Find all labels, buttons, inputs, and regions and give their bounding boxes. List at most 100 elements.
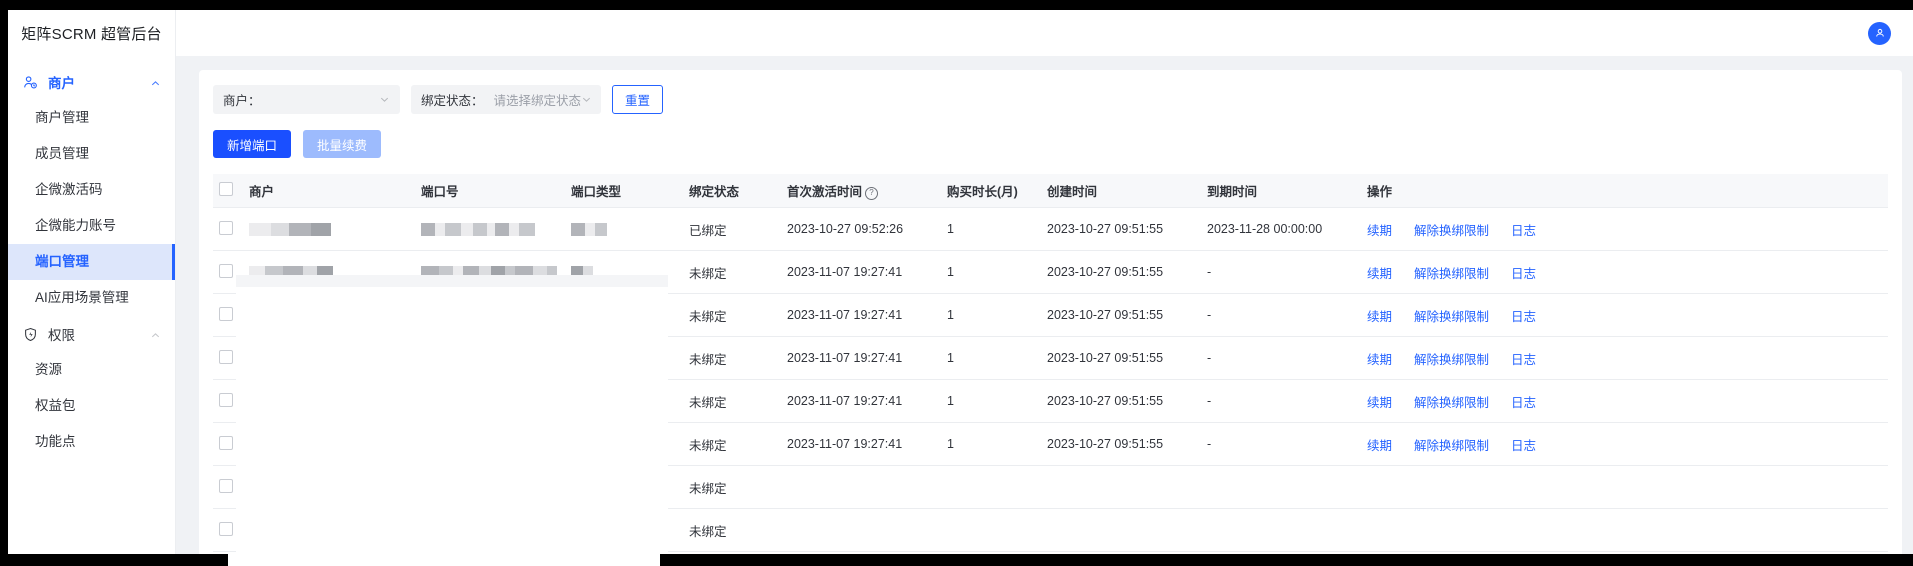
- merchant-cell: [243, 207, 415, 251]
- log-link[interactable]: 日志: [1511, 439, 1536, 453]
- unbind-limit-link[interactable]: 解除换绑限制: [1414, 224, 1489, 238]
- table-header-row: 商户 端口号 端口类型 绑定状态 首次激活时间? 购买时长(月) 创建时间 到期…: [213, 174, 1888, 208]
- bind-status-cell: 未绑定: [683, 422, 781, 466]
- dropdown-panel-top-strip: [236, 275, 668, 287]
- column-create-time: 创建时间: [1041, 174, 1201, 208]
- duration-cell: [941, 508, 1041, 552]
- sidebar-item-port-management[interactable]: 端口管理: [8, 244, 175, 280]
- operations-cell: [1361, 465, 1888, 509]
- expire-time-cell: -: [1201, 379, 1361, 423]
- row-checkbox[interactable]: [219, 478, 233, 493]
- batch-renew-button[interactable]: 批量续费: [303, 130, 382, 158]
- sidebar-group-merchant[interactable]: 商户: [8, 64, 175, 100]
- unbind-limit-link[interactable]: 解除换绑限制: [1414, 267, 1489, 281]
- duration-cell: 1: [941, 207, 1041, 251]
- sidebar-item-ai-scene-management[interactable]: AI应用场景管理: [8, 280, 175, 316]
- bind-status-select[interactable]: 绑定状态： 请选择绑定状态: [411, 85, 601, 114]
- sidebar-item-resource[interactable]: 资源: [8, 352, 175, 388]
- sidebar-item-benefit-package[interactable]: 权益包: [8, 388, 175, 424]
- column-expire-time: 到期时间: [1201, 174, 1361, 208]
- expire-time-cell: 2023-11-28 00:00:00: [1201, 207, 1361, 251]
- chevron-down-icon: [581, 94, 592, 105]
- duration-cell: 1: [941, 422, 1041, 466]
- bind-status-cell: 未绑定: [683, 336, 781, 380]
- select-all-checkbox[interactable]: [219, 182, 233, 196]
- screen-bottom-bar: [0, 554, 1913, 566]
- first-activate-time-cell: 2023-11-07 19:27:41: [781, 293, 941, 337]
- row-checkbox[interactable]: [219, 349, 233, 364]
- chevron-down-icon: [379, 94, 390, 105]
- row-checkbox[interactable]: [219, 306, 233, 321]
- sidebar-group-permission[interactable]: 权限: [8, 316, 175, 352]
- operations-cell: 续期 解除换绑限制 日志: [1361, 336, 1888, 380]
- first-activate-time-cell: [781, 508, 941, 552]
- unbind-limit-link[interactable]: 解除换绑限制: [1414, 353, 1489, 367]
- create-time-cell: 2023-10-27 09:51:55: [1041, 336, 1201, 380]
- dropdown-overlay-panel[interactable]: [236, 275, 668, 554]
- log-link[interactable]: 日志: [1511, 267, 1536, 281]
- app-window: 矩阵SCRM 超管后台 商户 商户管理 成员管理 企微激活码 企微能力账号 端口…: [8, 10, 1913, 554]
- column-first-activate-time-label: 首次激活时间: [787, 185, 863, 199]
- user-avatar-icon[interactable]: [1868, 21, 1891, 45]
- log-link[interactable]: 日志: [1511, 353, 1536, 367]
- row-checkbox[interactable]: [219, 521, 233, 536]
- sidebar-item-wecom-activation-code[interactable]: 企微激活码: [8, 172, 175, 208]
- create-time-cell: 2023-10-27 09:51:55: [1041, 207, 1201, 251]
- column-port-type: 端口类型: [565, 174, 683, 208]
- bind-status-select-label: 绑定状态：: [421, 94, 484, 108]
- sidebar-item-feature-point[interactable]: 功能点: [8, 424, 175, 460]
- operations-cell: 续期 解除换绑限制 日志: [1361, 379, 1888, 423]
- row-checkbox[interactable]: [219, 263, 233, 278]
- log-link[interactable]: 日志: [1511, 396, 1536, 410]
- bind-status-cell: 未绑定: [683, 293, 781, 337]
- reset-button[interactable]: 重置: [612, 85, 664, 114]
- log-link[interactable]: 日志: [1511, 224, 1536, 238]
- port-number-cell: [415, 207, 565, 251]
- shield-icon: [22, 326, 39, 343]
- sidebar-item-member-management[interactable]: 成员管理: [8, 136, 175, 172]
- users-icon: [22, 74, 39, 91]
- help-icon[interactable]: ?: [865, 187, 879, 200]
- app-brand-title: 矩阵SCRM 超管后台: [21, 25, 162, 43]
- column-bind-status: 绑定状态: [683, 174, 781, 208]
- column-duration: 购买时长(月): [941, 174, 1041, 208]
- add-port-button[interactable]: 新增端口: [213, 130, 292, 158]
- merchant-select-label: 商户：: [223, 94, 261, 108]
- renew-link[interactable]: 续期: [1367, 267, 1392, 281]
- duration-cell: 1: [941, 336, 1041, 380]
- toolbar: 新增端口 批量续费: [213, 130, 1888, 158]
- expire-time-cell: -: [1201, 293, 1361, 337]
- bind-status-select-placeholder: 请选择绑定状态: [493, 94, 582, 108]
- sidebar-group-label: 权限: [48, 328, 75, 343]
- first-activate-time-cell: 2023-11-07 19:27:41: [781, 336, 941, 380]
- redacted-content: [249, 223, 331, 237]
- sidebar: 矩阵SCRM 超管后台 商户 商户管理 成员管理 企微激活码 企微能力账号 端口…: [8, 10, 175, 554]
- first-activate-time-cell: 2023-11-07 19:27:41: [781, 250, 941, 294]
- column-merchant: 商户: [243, 174, 415, 208]
- sidebar-item-wecom-capability-account[interactable]: 企微能力账号: [8, 208, 175, 244]
- unbind-limit-link[interactable]: 解除换绑限制: [1414, 439, 1489, 453]
- renew-link[interactable]: 续期: [1367, 353, 1392, 367]
- row-checkbox[interactable]: [219, 220, 233, 235]
- topbar: [175, 10, 1913, 56]
- log-link[interactable]: 日志: [1511, 310, 1536, 324]
- operations-cell: 续期 解除换绑限制 日志: [1361, 293, 1888, 337]
- bind-status-cell: 未绑定: [683, 379, 781, 423]
- bind-status-cell: 未绑定: [683, 465, 781, 509]
- renew-link[interactable]: 续期: [1367, 310, 1392, 324]
- merchant-select[interactable]: 商户：: [213, 85, 400, 114]
- row-checkbox[interactable]: [219, 435, 233, 450]
- table-row[interactable]: 已绑定 2023-10-27 09:52:26 1 2023-10-27 09:51:…: [213, 207, 1888, 251]
- unbind-limit-link[interactable]: 解除换绑限制: [1414, 396, 1489, 410]
- renew-link[interactable]: 续期: [1367, 439, 1392, 453]
- renew-link[interactable]: 续期: [1367, 396, 1392, 410]
- sidebar-item-merchant-management[interactable]: 商户管理: [8, 100, 175, 136]
- row-checkbox[interactable]: [219, 392, 233, 407]
- renew-link[interactable]: 续期: [1367, 224, 1392, 238]
- select-all-header: [213, 174, 243, 208]
- first-activate-time-cell: 2023-10-27 09:52:26: [781, 207, 941, 251]
- column-port-number: 端口号: [415, 174, 565, 208]
- unbind-limit-link[interactable]: 解除换绑限制: [1414, 310, 1489, 324]
- bind-status-cell: 未绑定: [683, 508, 781, 552]
- duration-cell: 1: [941, 293, 1041, 337]
